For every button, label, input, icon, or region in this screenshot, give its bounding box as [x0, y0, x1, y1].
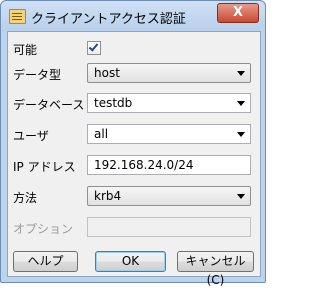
method-value: krb4	[94, 189, 122, 203]
user-row: ユーザ all	[8, 124, 260, 146]
chevron-down-icon	[237, 194, 245, 199]
button-bar: ヘルプ OK キャンセル(C)	[8, 251, 260, 287]
dialog-window: クライアントアクセス認証 X 可能 データ型 host データベース testd…	[0, 0, 266, 287]
database-value: testdb	[94, 96, 133, 110]
help-button[interactable]: ヘルプ	[13, 251, 78, 272]
database-row: データベース testdb	[8, 93, 260, 115]
dialog-body: 可能 データ型 host データベース testdb ユーザ all IP アド…	[7, 31, 261, 287]
data-type-value: host	[94, 66, 120, 80]
option-row: オプション	[8, 217, 260, 239]
app-icon	[9, 9, 26, 24]
ok-button[interactable]: OK	[95, 251, 166, 272]
enabled-row: 可能	[8, 38, 260, 60]
database-label: データベース	[13, 98, 85, 112]
ip-address-row: IP アドレス 192.168.24.0/24	[8, 155, 260, 177]
method-label: 方法	[13, 191, 38, 205]
chevron-down-icon[interactable]	[237, 101, 245, 106]
user-combo[interactable]: all	[87, 124, 251, 144]
database-combo[interactable]: testdb	[87, 93, 251, 113]
window-title: クライアントアクセス認証	[31, 12, 186, 27]
close-button[interactable]: X	[217, 3, 259, 23]
close-icon: X	[232, 5, 244, 20]
chevron-down-icon	[237, 71, 245, 76]
chevron-down-icon[interactable]	[237, 132, 245, 137]
option-label: オプション	[13, 222, 74, 236]
user-label: ユーザ	[13, 129, 49, 143]
option-input	[87, 217, 251, 237]
data-type-label: データ型	[13, 68, 62, 82]
data-type-row: データ型 host	[8, 63, 260, 85]
title-bar[interactable]: クライアントアクセス認証 X	[1, 1, 265, 31]
cancel-button[interactable]: キャンセル(C)	[177, 251, 254, 287]
ip-address-value: 192.168.24.0/24	[94, 158, 194, 172]
ip-address-label: IP アドレス	[13, 160, 76, 174]
enabled-checkbox[interactable]	[87, 41, 101, 55]
method-row: 方法 krb4	[8, 186, 260, 208]
data-type-select[interactable]: host	[87, 63, 251, 83]
enabled-label: 可能	[13, 43, 38, 57]
ip-address-input[interactable]: 192.168.24.0/24	[87, 155, 251, 175]
user-value: all	[94, 127, 109, 141]
method-select[interactable]: krb4	[87, 186, 251, 206]
